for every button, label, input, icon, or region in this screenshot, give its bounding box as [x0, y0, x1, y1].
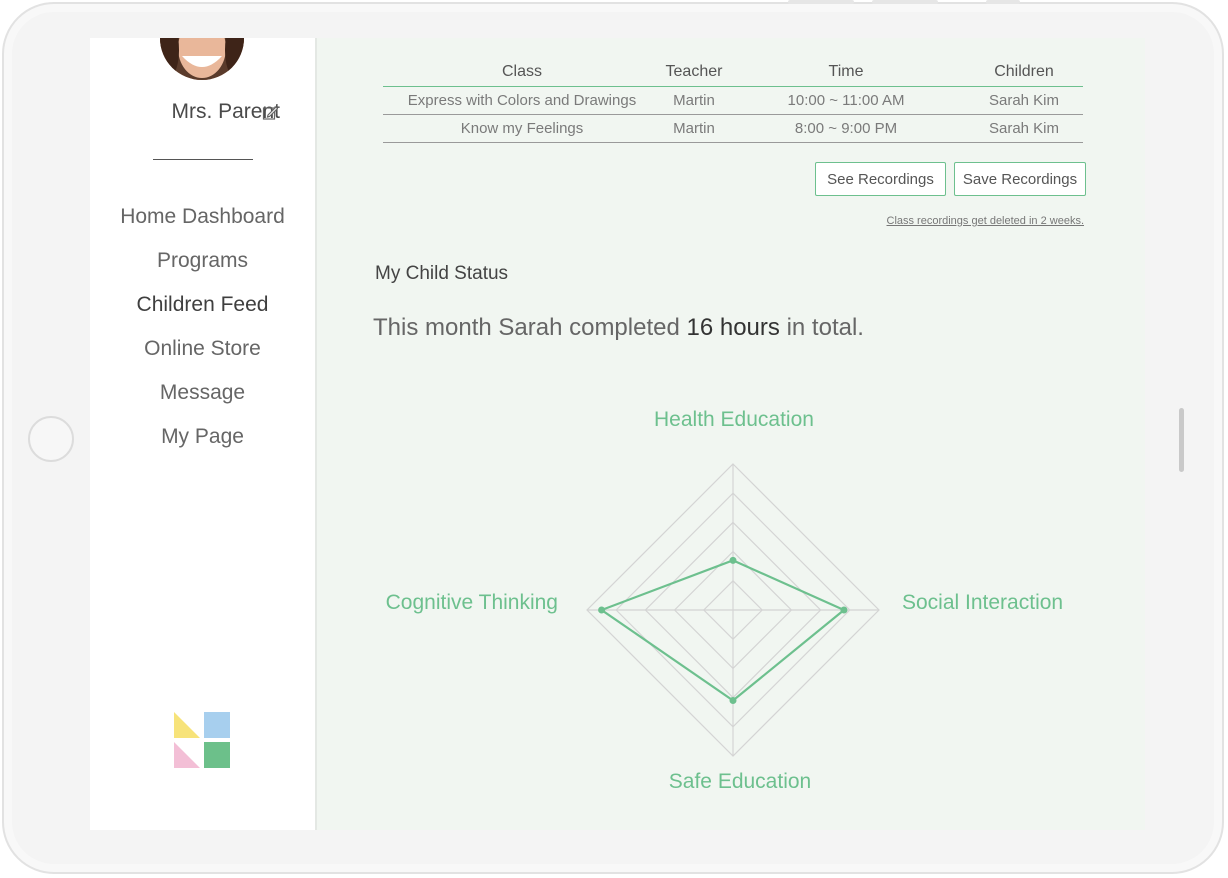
profile-name: Mrs. Parent — [171, 100, 280, 123]
axis-label-social-interaction: Social Interaction — [902, 591, 1063, 614]
edit-icon[interactable] — [262, 105, 278, 121]
table-header-row: Class Teacher Time Children — [383, 58, 1083, 87]
brand-logo — [174, 712, 230, 768]
nav-item-online-store[interactable]: Online Store — [90, 333, 315, 377]
status-summary: This month Sarah completed 16 hours in t… — [373, 314, 864, 342]
radar-point — [729, 697, 737, 705]
cell-class: Express with Colors and Drawings — [383, 86, 661, 115]
cell-time: 10:00 ~ 11:00 AM — [727, 86, 965, 115]
summary-hours: 16 hours — [686, 314, 780, 341]
radar-point — [598, 606, 606, 614]
app-screen: Mrs. Parent Home Dashboard Programs Chil… — [90, 38, 1145, 830]
column-header-children: Children — [965, 58, 1083, 87]
power-button — [986, 0, 1020, 4]
sidebar: Mrs. Parent Home Dashboard Programs Chil… — [90, 38, 317, 830]
avatar-image — [160, 38, 244, 80]
cell-time: 8:00 ~ 9:00 PM — [727, 114, 965, 143]
column-header-class: Class — [383, 58, 661, 87]
recordings-note-link[interactable]: Class recordings get deleted in 2 weeks. — [715, 215, 1085, 227]
axis-label-cognitive-thinking: Cognitive Thinking — [386, 591, 558, 614]
main-content: Class Teacher Time Children Express with… — [315, 38, 1145, 830]
home-button[interactable] — [28, 416, 74, 462]
table-row[interactable]: Know my Feelings Martin 8:00 ~ 9:00 PM S… — [383, 114, 1083, 143]
radar-point — [840, 606, 848, 614]
sidebar-nav: Home Dashboard Programs Children Feed On… — [90, 201, 315, 465]
table-row[interactable]: Express with Colors and Drawings Martin … — [383, 86, 1083, 115]
see-recordings-button[interactable]: See Recordings — [815, 162, 946, 196]
nav-item-programs[interactable]: Programs — [90, 245, 315, 289]
cell-teacher: Martin — [661, 86, 727, 115]
radar-chart: Health Education Social Interaction Safe… — [386, 408, 1063, 793]
radar-point — [729, 556, 737, 564]
save-recordings-button[interactable]: Save Recordings — [954, 162, 1086, 196]
nav-item-my-page[interactable]: My Page — [90, 421, 315, 465]
summary-text: This month Sarah completed — [373, 314, 687, 341]
axis-label-health-education: Health Education — [654, 408, 814, 431]
nav-item-children-feed[interactable]: Children Feed — [90, 289, 315, 333]
column-header-teacher: Teacher — [661, 58, 727, 87]
classes-table: Class Teacher Time Children Express with… — [383, 58, 1083, 143]
volume-down-button — [872, 0, 938, 4]
cell-children: Sarah Kim — [965, 114, 1083, 143]
radar-series-line — [599, 559, 847, 702]
side-handle — [1179, 408, 1184, 472]
summary-suffix: in total. — [779, 314, 864, 341]
nav-item-message[interactable]: Message — [90, 377, 315, 421]
cell-class: Know my Feelings — [383, 114, 661, 143]
nav-item-home-dashboard[interactable]: Home Dashboard — [90, 201, 315, 245]
axis-label-safe-education: Safe Education — [669, 770, 811, 793]
child-status-title: My Child Status — [375, 263, 509, 284]
cell-children: Sarah Kim — [965, 86, 1083, 115]
avatar[interactable] — [160, 38, 244, 80]
volume-up-button — [788, 0, 854, 4]
column-header-time: Time — [727, 58, 965, 87]
profile-divider — [153, 159, 253, 160]
cell-teacher: Martin — [661, 114, 727, 143]
